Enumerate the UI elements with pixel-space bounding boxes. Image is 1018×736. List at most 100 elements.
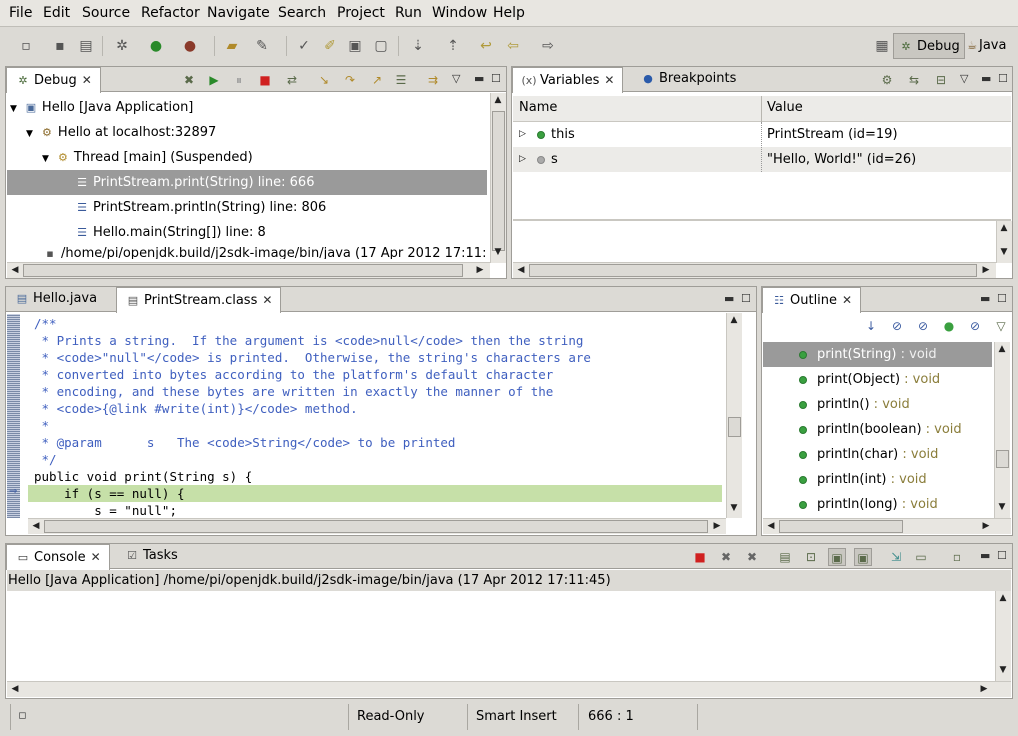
code-line[interactable]: /**: [34, 315, 57, 332]
outline-item[interactable]: println(char) : void: [799, 442, 938, 467]
scroll-down-icon[interactable]: ▼: [996, 665, 1010, 675]
menu-edit[interactable]: Edit: [43, 5, 70, 21]
variable-row[interactable]: ▷ s "Hello, World!" (id=26): [513, 147, 1011, 172]
editor-vscroll[interactable]: ▲ ▼: [726, 313, 742, 518]
minimize-icon[interactable]: ▬: [980, 292, 990, 305]
scroll-left-icon[interactable]: ◀: [764, 521, 778, 531]
scroll-down-icon[interactable]: ▼: [727, 503, 741, 513]
close-icon[interactable]: ✕: [604, 73, 614, 87]
close-icon[interactable]: ✕: [262, 293, 272, 307]
back-icon[interactable]: ⇦: [503, 36, 523, 56]
scroll-down-icon[interactable]: ▼: [997, 247, 1011, 257]
menu-file[interactable]: File: [9, 5, 32, 21]
fast-view-icon[interactable]: ▫: [18, 708, 27, 723]
minimize-icon[interactable]: ▬: [474, 72, 484, 85]
console-vscroll[interactable]: ▲ ▼: [995, 591, 1011, 681]
variable-row[interactable]: ▷ this PrintStream (id=19): [513, 122, 1011, 147]
last-edit-icon[interactable]: ↩: [476, 36, 496, 56]
code-line[interactable]: s = "null";: [34, 502, 177, 519]
resume-icon[interactable]: ▶: [205, 71, 223, 89]
clear-console-icon[interactable]: ▤: [776, 548, 794, 566]
minimize-icon[interactable]: ▬: [981, 72, 991, 85]
outline-item[interactable]: println(boolean) : void: [799, 417, 962, 442]
outline-item-selected[interactable]: print(String) : void: [763, 342, 992, 367]
code-line[interactable]: * <code>{@link #write(int)}</code> metho…: [34, 400, 358, 417]
maximize-icon[interactable]: ☐: [998, 72, 1008, 85]
hide-static-icon[interactable]: ⊘: [914, 317, 932, 335]
show-whitespace-icon[interactable]: ▣: [345, 36, 365, 56]
pin-console-icon[interactable]: ⇲: [887, 548, 905, 566]
step-return-icon[interactable]: ↗: [368, 71, 386, 89]
run-icon[interactable]: ●: [146, 36, 166, 56]
step-into-icon[interactable]: ↘: [315, 71, 333, 89]
hide-fields-icon[interactable]: ⊘: [888, 317, 906, 335]
tree-item-thread[interactable]: ▼ ⚙ Thread [main] (Suspended): [42, 145, 253, 170]
view-menu-icon[interactable]: ▽: [452, 72, 460, 85]
menu-navigate[interactable]: Navigate: [207, 5, 270, 21]
next-annotation-icon[interactable]: ⇣: [408, 36, 428, 56]
hide-local-types-icon[interactable]: ⊘: [966, 317, 984, 335]
tab-variables[interactable]: (x) Variables ✕: [512, 67, 624, 93]
console-hscroll[interactable]: ◀ ▶: [7, 681, 1011, 697]
outline-item[interactable]: print(Object) : void: [799, 367, 940, 392]
display-console-icon[interactable]: ▭: [912, 548, 930, 566]
scroll-left-icon[interactable]: ◀: [8, 684, 22, 694]
scroll-left-icon[interactable]: ◀: [514, 265, 528, 275]
code-line[interactable]: public void print(String s) {: [34, 468, 252, 485]
scroll-left-icon[interactable]: ◀: [29, 521, 43, 531]
tree-item-vm[interactable]: ▼ ⚙ Hello at localhost:32897: [26, 120, 216, 145]
minimize-icon[interactable]: ▬: [724, 292, 734, 305]
remove-terminated-icon[interactable]: ✖: [180, 71, 198, 89]
scroll-lock-icon[interactable]: ⊡: [802, 548, 820, 566]
column-name[interactable]: Name: [519, 100, 557, 115]
variables-hscroll[interactable]: ◀ ▶: [513, 262, 996, 278]
tab-tasks[interactable]: ☑ Tasks: [116, 544, 186, 569]
scroll-left-icon[interactable]: ◀: [8, 265, 22, 275]
scroll-right-icon[interactable]: ▶: [710, 521, 724, 531]
remove-launch-icon[interactable]: ✖: [717, 548, 735, 566]
maximize-icon[interactable]: ☐: [997, 292, 1007, 305]
hide-non-public-icon[interactable]: ●: [940, 317, 958, 335]
expand-arrow-icon[interactable]: ▼: [42, 154, 49, 164]
tab-hello-java[interactable]: ▤ Hello.java: [6, 287, 105, 312]
show-on-stderr-icon[interactable]: ▣: [854, 548, 872, 566]
new-icon[interactable]: ▫: [16, 36, 36, 56]
scroll-down-icon[interactable]: ▼: [995, 502, 1009, 512]
code-line[interactable]: * converted into bytes according to the …: [34, 366, 554, 383]
perspective-java[interactable]: ☕ Java: [962, 33, 1010, 59]
outline-hscroll[interactable]: ◀ ▶: [763, 518, 1011, 534]
details-vscroll[interactable]: ▲ ▼: [996, 221, 1012, 263]
tree-item-launch[interactable]: ▼ ▣ Hello [Java Application]: [10, 95, 193, 120]
outline-vscroll[interactable]: ▲ ▼: [994, 342, 1010, 518]
block-select-icon[interactable]: ▢: [371, 36, 391, 56]
suspend-icon[interactable]: ⏸: [230, 71, 248, 89]
maximize-icon[interactable]: ☐: [997, 549, 1007, 562]
menu-project[interactable]: Project: [337, 5, 385, 21]
scroll-right-icon[interactable]: ▶: [977, 684, 991, 694]
toggle-mark-icon[interactable]: ✓: [294, 36, 314, 56]
outline-item[interactable]: println(int) : void: [799, 467, 927, 492]
open-task-icon[interactable]: ✎: [252, 36, 272, 56]
stack-frame[interactable]: ☰ Hello.main(String[]) line: 8: [74, 220, 266, 245]
expand-arrow-icon[interactable]: ▼: [10, 104, 17, 114]
use-step-filters-icon[interactable]: ⇉: [424, 71, 442, 89]
menu-search[interactable]: Search: [278, 5, 326, 21]
debug-run-icon[interactable]: ✲: [112, 36, 132, 56]
drop-to-frame-icon[interactable]: ☰: [392, 71, 410, 89]
collapse-all-icon[interactable]: ⊟: [932, 71, 950, 89]
code-line[interactable]: * <code>"null"</code> is printed. Otherw…: [34, 349, 591, 366]
menu-run[interactable]: Run: [395, 5, 422, 21]
maximize-icon[interactable]: ☐: [741, 292, 751, 305]
view-menu-icon[interactable]: ▽: [960, 72, 968, 85]
scroll-right-icon[interactable]: ▶: [473, 265, 487, 275]
tab-debug[interactable]: ✲ Debug ✕: [6, 67, 101, 93]
tab-printstream-class[interactable]: ▤ PrintStream.class ✕: [116, 287, 282, 313]
scroll-up-icon[interactable]: ▲: [491, 95, 505, 105]
forward-icon[interactable]: ⇨: [538, 36, 558, 56]
outline-item[interactable]: println() : void: [799, 392, 910, 417]
stack-frame-selected[interactable]: ☰ PrintStream.print(String) line: 666: [7, 170, 487, 195]
code-line[interactable]: * Prints a string. If the argument is <c…: [34, 332, 584, 349]
terminate-icon[interactable]: ■: [256, 71, 274, 89]
expand-arrow-icon[interactable]: ▷: [519, 147, 526, 172]
show-on-stdout-icon[interactable]: ▣: [828, 548, 846, 566]
